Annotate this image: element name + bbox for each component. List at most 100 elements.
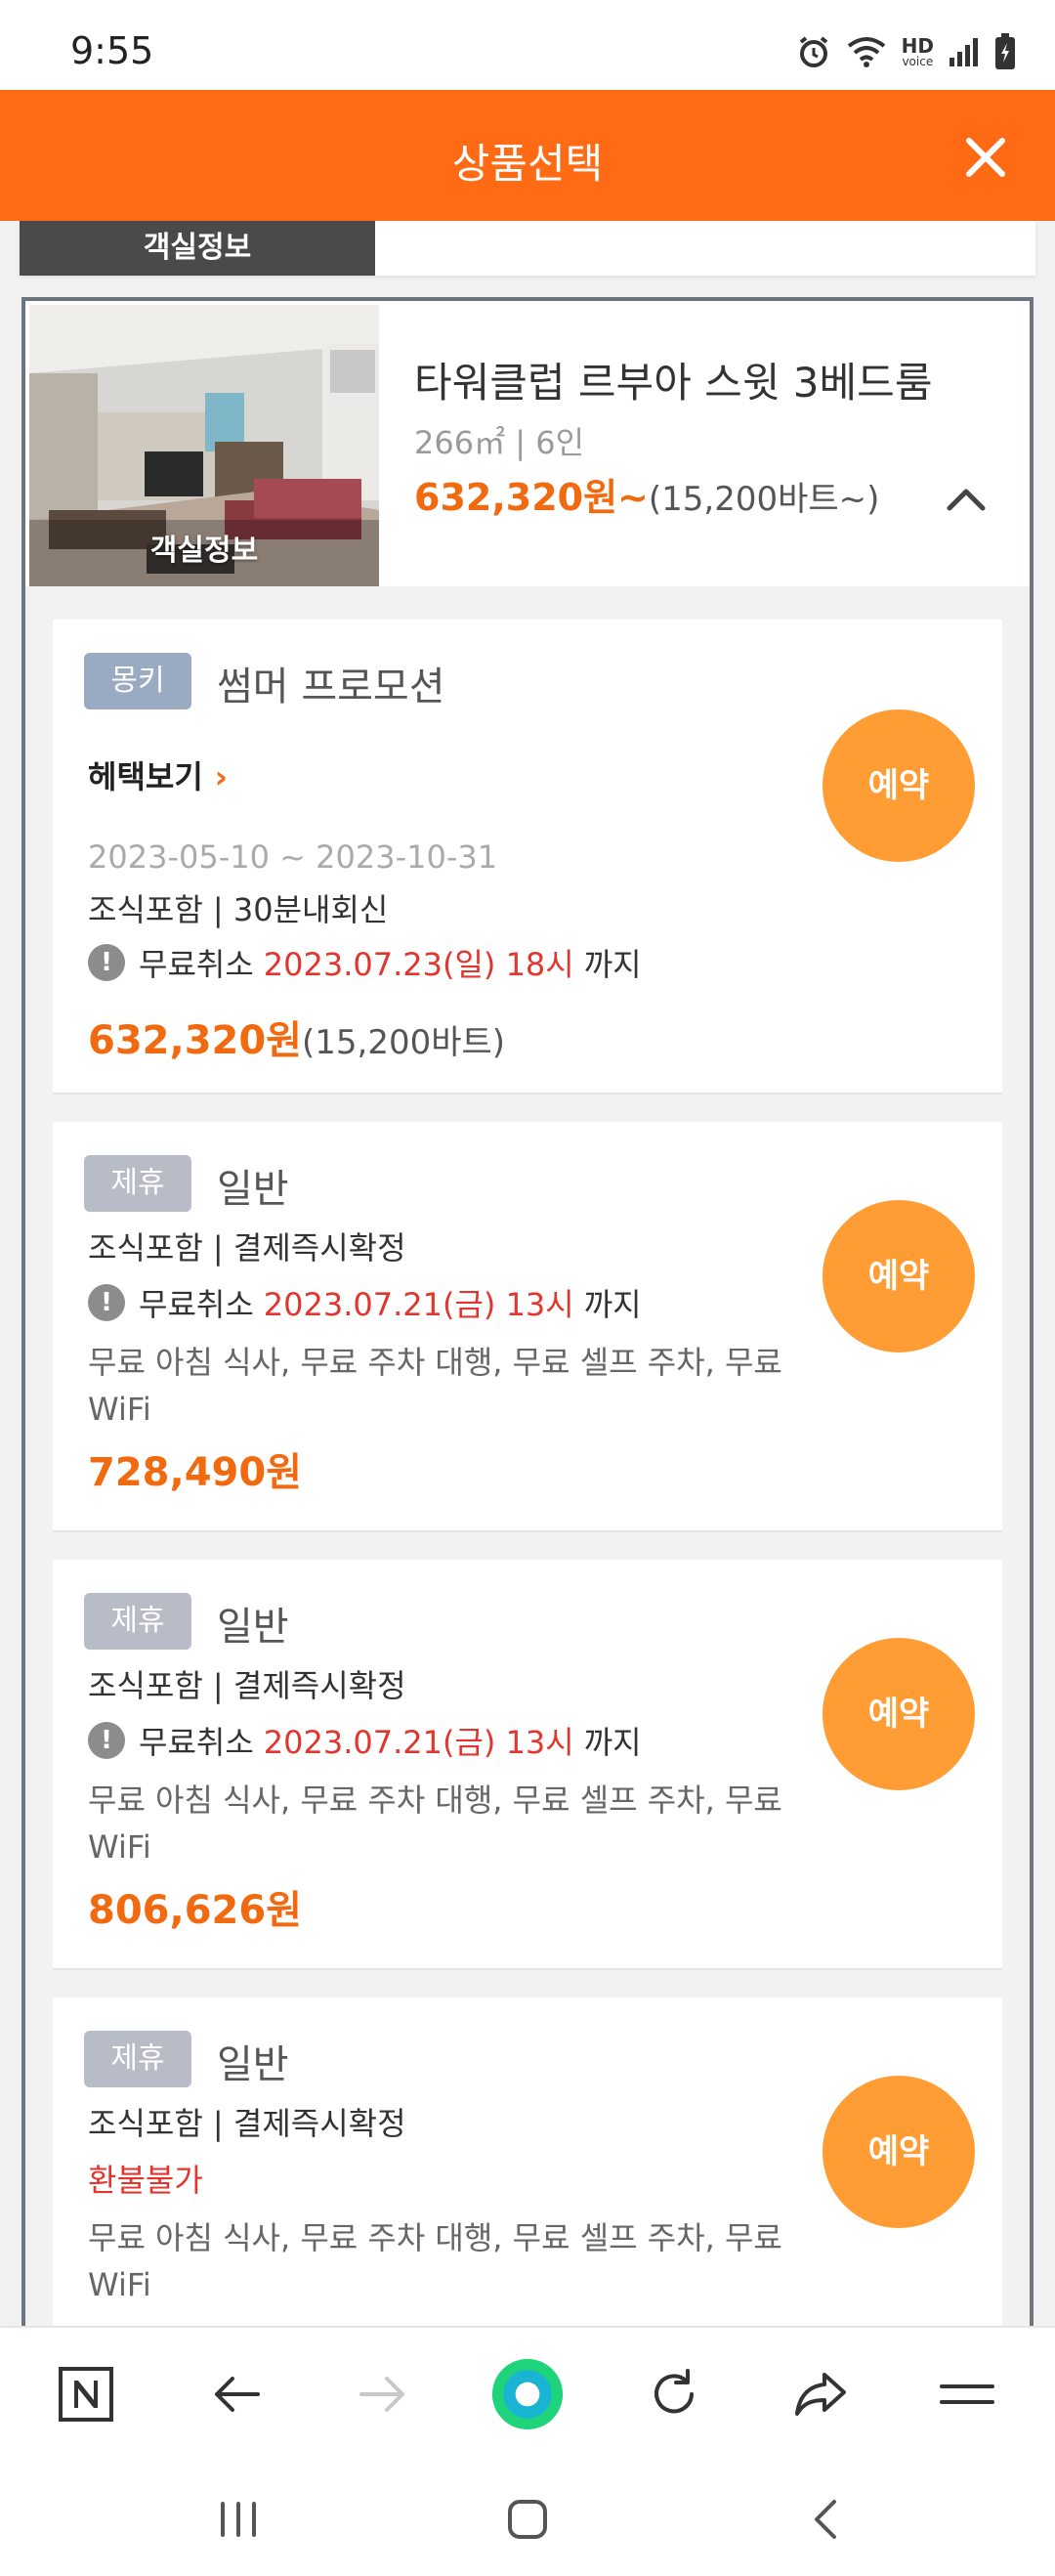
plan-card: 제휴 일반 조식포함 | 결제즉시확정 ! 무료취소 2023.07.21(금)…	[53, 1560, 1002, 1970]
share-icon	[795, 2373, 846, 2416]
room-price-krw: 632,320원~	[414, 476, 649, 519]
room-photo[interactable]: 객실정보	[29, 305, 379, 586]
plan-conditions: 조식포함 | 결제즉시확정	[88, 1667, 406, 1704]
plan-price: 806,626원	[88, 1878, 302, 1935]
back-button[interactable]	[199, 2357, 274, 2431]
plan-badge: 제휴	[84, 1155, 191, 1212]
plan-name: 썸머 프로모션	[217, 665, 445, 709]
forward-button[interactable]	[346, 2357, 420, 2431]
room-info-label: 객실정보	[149, 534, 259, 568]
chevron-right-icon: ›	[214, 758, 228, 795]
naver-home-button[interactable]	[49, 2357, 123, 2431]
plan-price-thb: (15,200바트)	[302, 1023, 506, 1062]
plan-conditions: 조식포함 | 결제즉시확정	[88, 2105, 406, 2142]
free-cancel-label: 무료취소	[139, 1286, 254, 1323]
room-name: 타워클럽 르부아 스윗 3베드룸	[414, 359, 933, 407]
previous-room-photo[interactable]: 객실정보	[20, 221, 375, 276]
plan-price-krw: 806,626원	[88, 1888, 302, 1933]
chevron-up-icon	[947, 489, 986, 511]
close-icon	[966, 138, 1005, 177]
free-cancel-label: 무료취소	[139, 1724, 254, 1761]
reserve-button[interactable]: 예약	[823, 1638, 975, 1790]
page-title: 상품선택	[451, 140, 604, 188]
recent-apps-icon	[221, 2502, 256, 2537]
free-cancel-row: ! 무료취소 2023.07.21(금) 13시 까지	[88, 1718, 642, 1763]
free-cancel-suffix: 까지	[583, 1286, 642, 1323]
signal-icon	[950, 38, 978, 66]
alarm-icon	[799, 36, 827, 67]
plan-name: 일반	[217, 1167, 289, 1212]
plan-conditions: 조식포함 | 결제즉시확정	[88, 1229, 406, 1267]
free-cancel-row: ! 무료취소 2023.07.21(금) 13시 까지	[88, 1280, 642, 1325]
naver-n-icon	[59, 2367, 113, 2422]
plan-amenities: 무료 아침 식사, 무료 주차 대행, 무료 셀프 주차, 무료 WiFi	[88, 2219, 782, 2303]
plan-price: 728,490원	[88, 1440, 302, 1497]
plan-amenities: 무료 아침 식사, 무료 주차 대행, 무료 셀프 주차, 무료 WiFi	[88, 1782, 782, 1866]
plan-period: 2023-05-10 ~ 2023-10-31	[88, 838, 498, 876]
chevron-left-icon	[815, 2500, 836, 2539]
plan-card: 제휴 일반 조식포함 | 결제즉시확정 환불불가 무료 아침 식사, 무료 주차…	[53, 1997, 1002, 2326]
reload-icon	[654, 2369, 694, 2414]
reserve-button[interactable]: 예약	[823, 1200, 975, 1352]
free-cancel-suffix: 까지	[583, 1724, 642, 1761]
room-spec: 266㎡ | 6인	[414, 424, 585, 461]
app-header: 상품선택	[0, 90, 1055, 221]
plan-name: 일반	[217, 2042, 289, 2087]
content-area: 객실정보 객실정보 타워클럽 르부아 스윗 3베드룸 266㎡ | 6인 632…	[0, 221, 1055, 2326]
collapse-button[interactable]	[942, 479, 991, 518]
status-bar: 9:55 HD voice	[0, 0, 1055, 90]
room-info-label: 객실정보	[143, 231, 252, 265]
menu-icon	[940, 2384, 994, 2404]
home-icon	[508, 2500, 547, 2539]
battery-icon	[995, 33, 1015, 69]
free-cancel-row: ! 무료취소 2023.07.23(일) 18시 까지	[88, 940, 642, 985]
room-header[interactable]: 객실정보 타워클럽 르부아 스윗 3베드룸 266㎡ | 6인 632,320원…	[25, 301, 1030, 586]
room-panel: 객실정보 타워클럽 르부아 스윗 3베드룸 266㎡ | 6인 632,320원…	[21, 297, 1034, 2326]
free-cancel-suffix: 까지	[583, 946, 642, 983]
plan-price-krw: 728,490원	[88, 1450, 302, 1495]
recent-apps-button[interactable]	[209, 2490, 268, 2549]
room-price-thb: (15,200바트~)	[648, 480, 880, 519]
voice-label: voice	[902, 55, 934, 68]
exclamation-icon: !	[88, 1284, 125, 1321]
system-back-button[interactable]	[797, 2490, 856, 2549]
previous-room-card[interactable]: 객실정보	[20, 221, 1035, 276]
plan-price: 632,320원(15,200바트)	[88, 1009, 505, 1065]
green-circle-icon	[491, 2358, 564, 2430]
plan-amenities: 무료 아침 식사, 무료 주차 대행, 무료 셀프 주차, 무료 WiFi	[88, 1344, 782, 1428]
plan-badge: 제휴	[84, 1593, 191, 1650]
free-cancel-date: 2023.07.21(금) 13시	[263, 1724, 574, 1761]
plan-badge: 몽키	[84, 653, 191, 709]
exclamation-icon: !	[88, 944, 125, 981]
free-cancel-label: 무료취소	[139, 946, 254, 983]
status-icons: HD voice	[796, 33, 1016, 70]
browser-toolbar	[0, 2326, 1055, 2459]
benefit-link-label: 헤택보기	[88, 758, 203, 795]
hd-label: HD	[901, 34, 934, 58]
plan-name: 일반	[217, 1605, 289, 1650]
reserve-button[interactable]: 예약	[823, 2076, 975, 2228]
plan-price-krw: 632,320원	[88, 1018, 302, 1063]
share-button[interactable]	[783, 2357, 858, 2431]
reload-button[interactable]	[637, 2357, 711, 2431]
plan-badge: 제휴	[84, 2031, 191, 2087]
free-cancel-date: 2023.07.23(일) 18시	[263, 946, 574, 983]
plan-conditions: 조식포함 | 30분내회신	[88, 891, 389, 928]
hd-voice-icon: HD voice	[902, 36, 934, 67]
room-price: 632,320원~(15,200바트~)	[414, 467, 879, 521]
reserve-button[interactable]: 예약	[823, 709, 975, 862]
close-button[interactable]	[951, 123, 1020, 192]
free-cancel-date: 2023.07.21(금) 13시	[263, 1286, 574, 1323]
plan-card: 몽키 썸머 프로모션 헤택보기 › 2023-05-10 ~ 2023-10-31…	[53, 620, 1002, 1095]
menu-button[interactable]	[930, 2357, 1004, 2431]
benefit-link[interactable]: 헤택보기 ›	[88, 752, 228, 797]
system-nav-bar	[0, 2459, 1055, 2576]
exclamation-icon: !	[88, 1722, 125, 1759]
non-refundable-label: 환불불가	[88, 2162, 203, 2199]
status-time: 9:55	[70, 29, 154, 72]
wifi-icon	[847, 37, 885, 67]
arrow-right-icon	[359, 2377, 404, 2412]
home-button[interactable]	[498, 2490, 557, 2549]
assistant-button[interactable]	[490, 2357, 565, 2431]
arrow-left-icon	[215, 2377, 260, 2412]
